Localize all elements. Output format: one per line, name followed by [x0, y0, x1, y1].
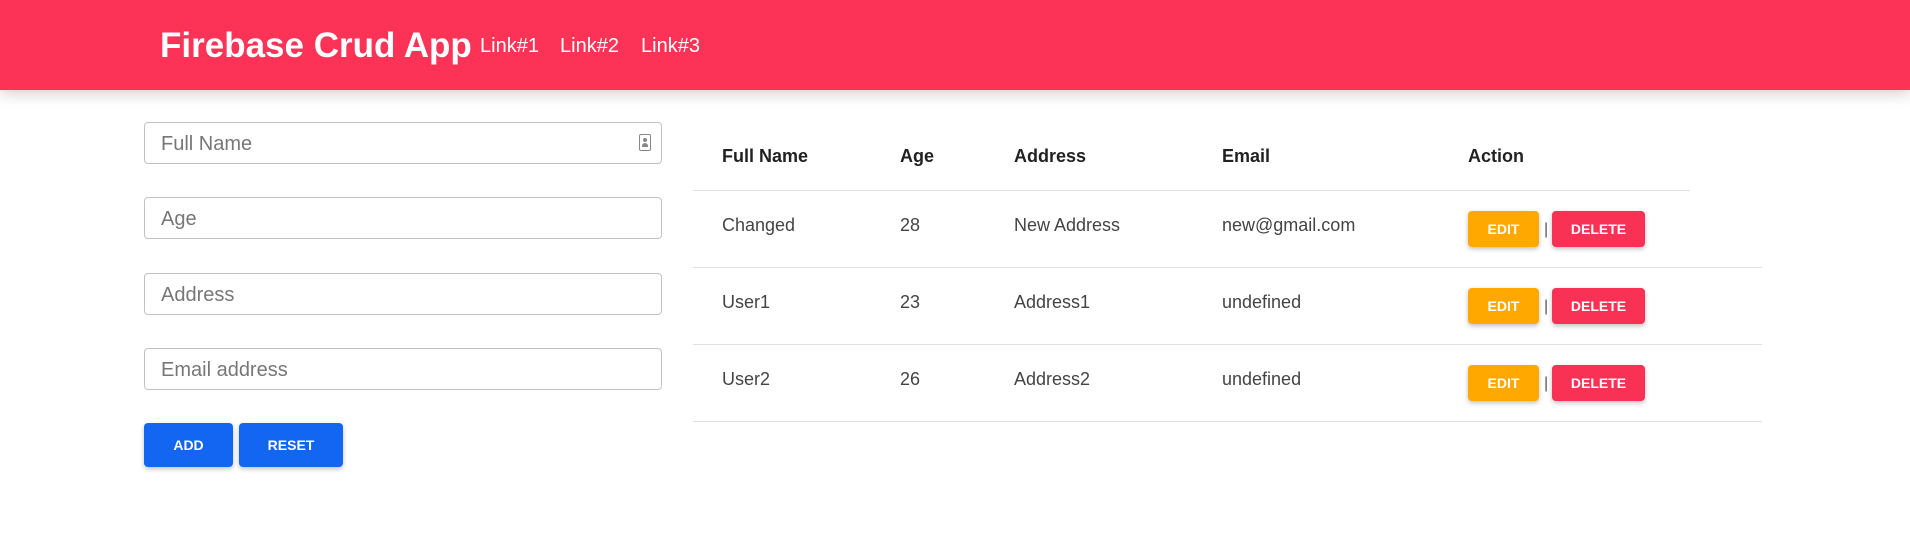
action-separator: | — [1544, 298, 1549, 315]
delete-button[interactable]: DELETE — [1552, 211, 1645, 247]
add-button[interactable]: ADD — [144, 423, 233, 467]
header-action: Action — [1468, 146, 1524, 166]
header-full-name: Full Name — [722, 146, 809, 166]
cell-address: New Address — [1014, 215, 1121, 235]
row-divider — [693, 421, 1762, 422]
edit-button[interactable]: EDIT — [1468, 211, 1539, 247]
cell-full-name: User1 — [722, 292, 771, 312]
cell-age: 26 — [900, 369, 921, 389]
nav-link-2[interactable]: Link#2 — [560, 33, 619, 59]
age-field — [144, 197, 662, 240]
age-input[interactable] — [159, 198, 633, 240]
full-name-field — [144, 122, 662, 165]
row-divider — [693, 267, 1762, 268]
delete-button[interactable]: DELETE — [1552, 365, 1645, 401]
header-address: Address — [1014, 146, 1087, 166]
cell-email: new@gmail.com — [1222, 215, 1356, 235]
header-age: Age — [900, 146, 935, 166]
action-separator: | — [1544, 221, 1549, 238]
cell-email: undefined — [1222, 292, 1302, 312]
edit-button[interactable]: EDIT — [1468, 288, 1539, 324]
action-separator: | — [1544, 375, 1549, 392]
reset-button[interactable]: RESET — [239, 423, 343, 467]
cell-full-name: Changed — [722, 215, 796, 235]
cell-full-name: User2 — [722, 369, 771, 389]
nav-link-1[interactable]: Link#1 — [480, 33, 539, 59]
brand-title[interactable]: Firebase Crud App — [160, 24, 472, 68]
email-field — [144, 348, 662, 391]
cell-age: 23 — [900, 292, 921, 312]
navbar: Firebase Crud App Link#1 Link#2 Link#3 — [0, 0, 1910, 90]
address-input[interactable] — [159, 274, 633, 316]
edit-button[interactable]: EDIT — [1468, 365, 1539, 401]
email-input[interactable] — [159, 349, 633, 391]
cell-address: Address1 — [1014, 292, 1091, 312]
full-name-input[interactable] — [159, 123, 633, 165]
header-email: Email — [1222, 146, 1271, 166]
nav-link-3[interactable]: Link#3 — [641, 33, 700, 59]
cell-age: 28 — [900, 215, 921, 235]
delete-button[interactable]: DELETE — [1552, 288, 1645, 324]
address-field — [144, 273, 662, 316]
row-divider — [693, 344, 1762, 345]
cell-address: Address2 — [1014, 369, 1091, 389]
header-divider — [693, 190, 1690, 191]
cell-email: undefined — [1222, 369, 1302, 389]
contact-card-icon — [639, 134, 651, 151]
